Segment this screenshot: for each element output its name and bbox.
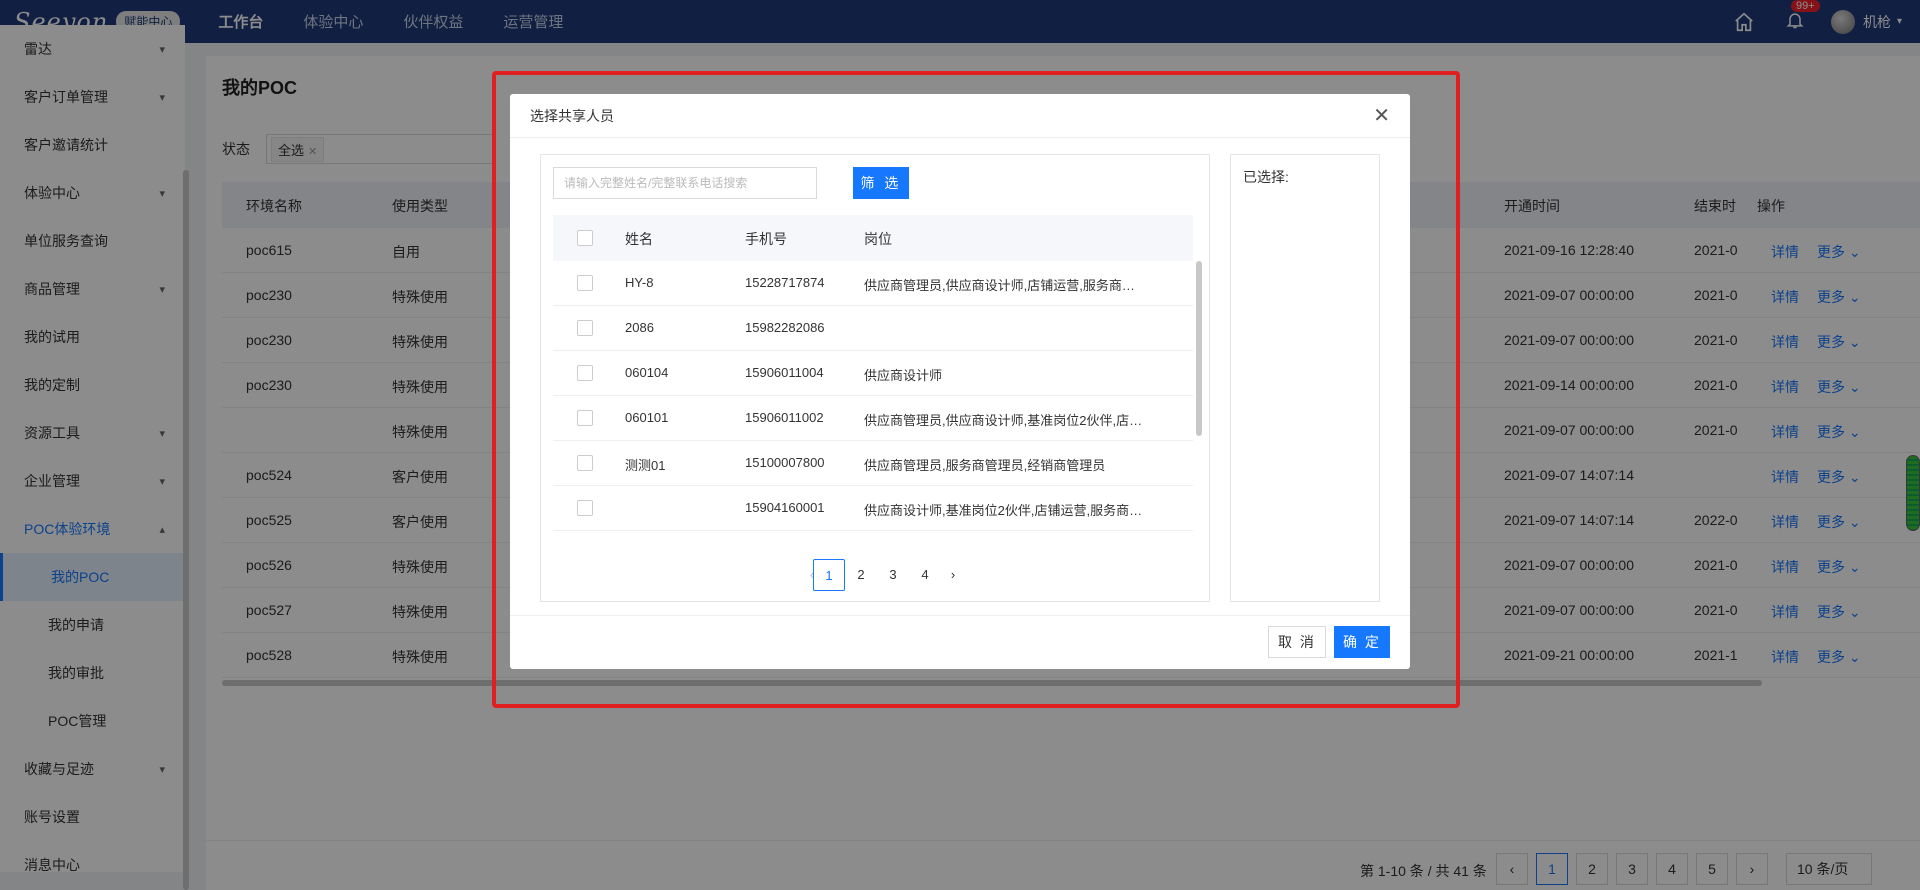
cell-post: 供应商管理员,供应商设计师,店铺运营,服务商… — [864, 278, 1135, 293]
person-row[interactable]: HY-8 15228717874 供应商管理员,供应商设计师,店铺运营,服务商… — [553, 261, 1193, 306]
cell-post: 供应商管理员,服务商管理员,经销商管理员 — [864, 458, 1106, 473]
row-checkbox[interactable] — [577, 455, 593, 471]
person-row[interactable]: 060101 15906011002 供应商管理员,供应商设计师,基准岗位2伙伴,店… — [553, 396, 1193, 441]
col-name: 姓名 — [625, 231, 653, 247]
modal-table-body: HY-8 15228717874 供应商管理员,供应商设计师,店铺运营,服务商… 20… — [553, 261, 1193, 531]
person-row[interactable]: 测测01 15100007800 供应商管理员,服务商管理员,经销商管理员 — [553, 441, 1193, 486]
cell-phone: 15906011002 — [745, 410, 824, 425]
cell-name: 060104 — [625, 365, 669, 380]
modal-page-1[interactable]: 1 — [813, 559, 845, 591]
confirm-button[interactable]: 确 定 — [1334, 626, 1390, 658]
cell-post: 供应商设计师 — [864, 368, 943, 383]
col-phone: 手机号 — [745, 231, 787, 247]
cell-name: HY-8 — [625, 275, 654, 290]
cell-post: 供应商管理员,供应商设计师,基准岗位2伙伴,店… — [864, 413, 1143, 428]
row-checkbox[interactable] — [577, 320, 593, 336]
row-checkbox[interactable] — [577, 365, 593, 381]
cell-phone: 15904160001 — [745, 500, 825, 515]
modal-table-header: 姓名 手机号 岗位 — [553, 215, 1193, 261]
cell-phone: 15982282086 — [745, 320, 825, 335]
close-icon[interactable]: ✕ — [1373, 103, 1390, 128]
person-row[interactable]: 2086 15982282086 — [553, 306, 1193, 351]
row-checkbox[interactable] — [577, 410, 593, 426]
modal-table-scrollbar[interactable] — [1196, 261, 1202, 436]
cancel-button[interactable]: 取 消 — [1268, 626, 1326, 658]
filter-button[interactable]: 筛 选 — [853, 167, 909, 199]
cell-phone: 15228717874 — [745, 275, 825, 290]
modal-footer: 取 消 确 定 — [510, 615, 1410, 669]
next-page-button[interactable]: › — [937, 559, 969, 591]
cell-phone: 15100007800 — [745, 455, 825, 470]
modal-header: 选择共享人员 ✕ — [510, 94, 1410, 138]
cell-name: 测测01 — [625, 458, 666, 473]
share-people-modal: 选择共享人员 ✕ 请输入完整姓名/完整联系电话搜索 筛 选 姓名 手机号 岗位 … — [510, 94, 1410, 669]
people-list-panel: 请输入完整姓名/完整联系电话搜索 筛 选 姓名 手机号 岗位 HY-8 15228… — [540, 154, 1210, 602]
row-checkbox[interactable] — [577, 500, 593, 516]
selected-panel: 已选择: — [1230, 154, 1380, 602]
cell-name: 060101 — [625, 410, 669, 425]
cell-phone: 15906011004 — [745, 365, 824, 380]
cell-post: 供应商设计师,基准岗位2伙伴,店铺运营,服务商… — [864, 503, 1143, 518]
modal-page-2[interactable]: 2 — [845, 559, 877, 591]
person-row[interactable]: 15904160001 供应商设计师,基准岗位2伙伴,店铺运营,服务商… — [553, 486, 1193, 531]
person-row[interactable]: 060104 15906011004 供应商设计师 — [553, 351, 1193, 396]
selected-label: 已选择: — [1243, 169, 1289, 185]
row-checkbox[interactable] — [577, 275, 593, 291]
cell-name: 2086 — [625, 320, 654, 335]
modal-pagination: ‹ 1 2 3 4 › — [541, 559, 1211, 593]
search-input[interactable]: 请输入完整姓名/完整联系电话搜索 — [553, 167, 817, 199]
modal-page-3[interactable]: 3 — [877, 559, 909, 591]
select-all-checkbox[interactable] — [577, 230, 593, 246]
col-post: 岗位 — [864, 231, 892, 247]
modal-title: 选择共享人员 — [530, 107, 614, 124]
